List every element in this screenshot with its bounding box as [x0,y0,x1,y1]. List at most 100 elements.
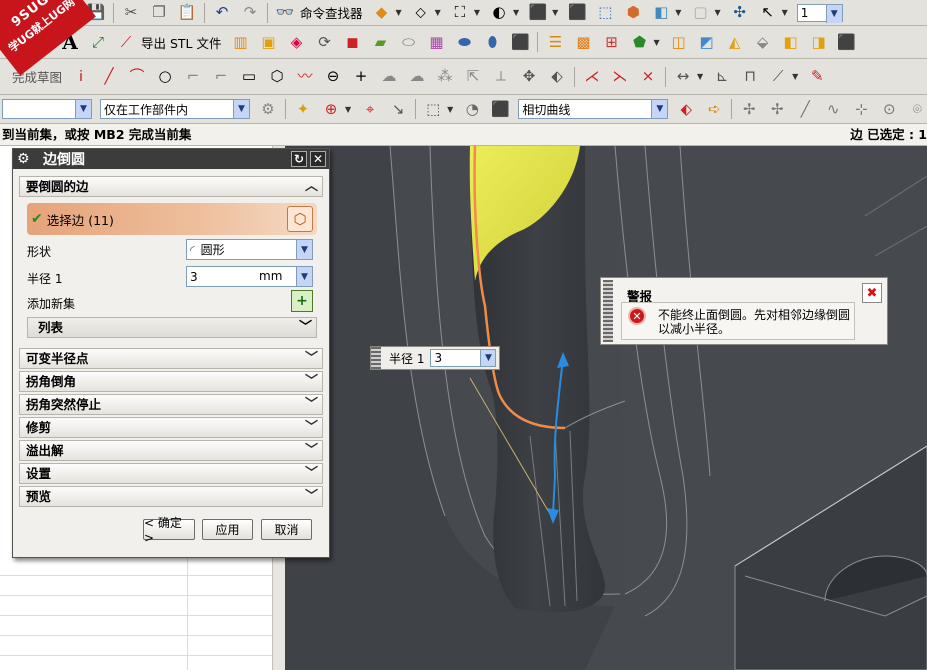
chevron-down-icon[interactable]: ﹀ [305,464,318,483]
snap-point-icon[interactable]: ✦ [292,98,314,120]
section-variable-radius[interactable]: 可变半径点 ﹀ [19,348,323,369]
pattern-curve-icon[interactable]: ☁ [406,66,428,88]
split-icon[interactable]: ◧ [780,31,802,53]
cancel-button[interactable]: 取消 [261,519,312,540]
point-constructor-icon[interactable]: ⊕ [320,98,342,120]
rotate-feature-icon[interactable]: ⟳ [313,31,335,53]
close-icon[interactable]: ✕ [310,151,326,167]
selection-scope-select[interactable]: 仅在工作部件内 ▼ [100,99,250,119]
chevron-down-icon[interactable]: ▼ [233,100,249,118]
list-header[interactable]: 列表 ﹀ [27,317,317,338]
sweep-icon[interactable]: ▰ [369,31,391,53]
select-edge-row[interactable]: ✔ 选择边 (11) ⬡ [27,203,317,235]
chevron-up-icon[interactable]: ︿ [305,177,318,196]
studio-spline-icon[interactable]: 〰 [294,66,316,88]
thicken-icon[interactable]: ⬙ [752,31,774,53]
apply-button[interactable]: 应用 [202,519,253,540]
shape-select[interactable]: ◜ 圆形 ▼ [186,239,313,260]
tube-icon[interactable]: ⬬ [453,31,475,53]
arc-icon[interactable]: ⌒ [126,66,148,88]
type-filter-select[interactable]: ▼ [2,99,92,119]
cylinder-icon[interactable]: ⬮ [481,31,503,53]
graphics-viewport[interactable] [285,146,927,670]
polygon-icon[interactable]: ⬡ [266,66,288,88]
undo-icon[interactable]: ↶ [211,2,233,24]
ok-button[interactable]: < 确定 > [143,516,195,545]
drag-handle[interactable] [371,347,381,369]
snap-midpoint-icon[interactable]: ✢ [766,98,788,120]
chevron-down-icon[interactable]: ▼ [480,350,496,366]
face-select-icon[interactable]: ◔ [461,98,483,120]
snap-intersection-icon[interactable]: ⊹ [850,98,872,120]
section-corner-setback[interactable]: 拐角倒角 ﹀ [19,371,323,392]
trim-body-icon[interactable]: ◨ [808,31,830,53]
snap-control-icon[interactable]: ∿ [822,98,844,120]
add-new-set-button[interactable]: + [291,290,313,312]
section-overflow[interactable]: 溢出解 ﹀ [19,440,323,461]
stack-icon[interactable]: ☰ [544,31,566,53]
section-stop-short[interactable]: 拐角突然停止 ﹀ [19,394,323,415]
arrow-select-icon[interactable]: ↘ [387,98,409,120]
project-curve-icon[interactable]: ⇱ [462,66,484,88]
assembly-icon[interactable]: ⬟ [628,31,650,53]
body-select-icon[interactable]: ⬛ [489,98,511,120]
next-arrow-icon[interactable]: ➪ [703,98,725,120]
snap-endpoint-icon[interactable]: ✢ [738,98,760,120]
feature-select-icon[interactable]: ⬖ [675,98,697,120]
box-icon[interactable]: ▣ [257,31,279,53]
mirror-curve-icon[interactable]: ⁂ [434,66,456,88]
chevron-down-icon[interactable]: ▼ [296,240,312,259]
chevron-down-icon[interactable]: ﹀ [299,318,312,337]
shaded-cube-icon[interactable]: ⬛ [527,2,549,24]
snap-quadrant-icon[interactable]: ⌾ [906,98,927,120]
dimension-icon[interactable]: ↔ [672,66,694,88]
wireframe-cube-icon[interactable]: ⬚ [594,2,616,24]
chevron-down-icon[interactable]: ﹀ [305,372,318,391]
dialog-titlebar[interactable]: ⚙ 边倒圆 ↻ ✕ [13,149,329,169]
chevron-down-icon[interactable]: ▼ [651,100,668,118]
snap-center-icon[interactable]: ⊙ [878,98,900,120]
solid-cube-icon[interactable]: ⬛ [509,31,531,53]
trim-corner-icon[interactable]: ⋌ [581,66,603,88]
section-edges-header[interactable]: 要倒圆的边 ︿ [19,176,323,197]
chevron-down-icon[interactable]: ﹀ [305,349,318,368]
chevron-down-icon[interactable]: ▼ [75,100,91,118]
paste-icon[interactable]: 📋 [176,2,198,24]
rotate-view-icon[interactable]: ◐ [488,2,510,24]
section-trim[interactable]: 修剪 ﹀ [19,417,323,438]
section-settings[interactable]: 设置 ﹀ [19,463,323,484]
chevron-down-icon[interactable]: ﹀ [305,487,318,506]
binoculars-icon[interactable]: 👓 [274,2,296,24]
cut-icon[interactable]: ✂ [120,2,142,24]
alert-close-icon[interactable]: ✖ [862,283,882,303]
mesh-icon[interactable]: ▦ [425,31,447,53]
geometric-constraint-icon[interactable]: ⟋ [767,66,789,88]
display-icon[interactable]: ⬦ [410,2,432,24]
make-corner-icon[interactable]: ⋋ [609,66,631,88]
command-finder-label[interactable]: 命令查找器 [300,3,363,22]
chevron-down-icon[interactable]: ﹀ [305,395,318,414]
background-color-icon[interactable]: ▢ [689,2,711,24]
snap-view-icon[interactable]: ✣ [729,2,751,24]
offset-icon[interactable]: ◭ [724,31,746,53]
ellipse-icon[interactable]: ⊖ [322,66,344,88]
profile-icon[interactable]: Ꭵ [70,66,92,88]
fluent-icon[interactable]: ▥ [229,31,251,53]
chamfer-curve-icon[interactable]: ⌐ [210,66,232,88]
part-color-icon[interactable]: ◆ [371,2,393,24]
reset-icon[interactable]: ↻ [291,151,307,167]
select-arrow-icon[interactable]: ↖ [757,2,779,24]
point-icon[interactable]: + [350,66,372,88]
extrude-icon[interactable]: ◫ [668,31,690,53]
select-edge-cube-icon[interactable]: ⬡ [287,206,313,232]
copy-icon[interactable]: ❐ [148,2,170,24]
cube-icon[interactable]: ⬛ [566,2,588,24]
export-stl-label[interactable]: 导出 STL 文件 [141,33,221,52]
derived-lines-icon[interactable]: ⟂ [490,66,512,88]
block-icon[interactable]: ◼ [341,31,363,53]
snap-line-icon[interactable]: ╱ [794,98,816,120]
circle-icon[interactable]: ○ [154,66,176,88]
intersect-icon[interactable]: ⨯ [637,66,659,88]
csys-icon[interactable]: ⤢ [87,31,109,53]
constraint-icon[interactable]: ⊾ [711,66,733,88]
